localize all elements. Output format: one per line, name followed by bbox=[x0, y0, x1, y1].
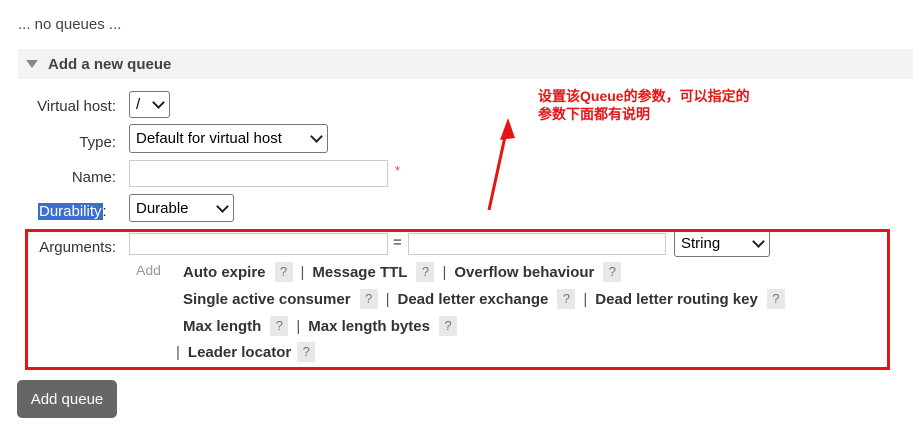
type-select[interactable]: Default for virtual host bbox=[129, 124, 328, 153]
add-queue-button[interactable]: Add queue bbox=[17, 380, 117, 418]
annotation-highlight-box bbox=[25, 229, 890, 370]
type-label: Type: bbox=[79, 134, 116, 151]
section-title: Add a new queue bbox=[48, 55, 172, 73]
virtual-host-label: Virtual host: bbox=[37, 98, 116, 115]
durability-value: Durable bbox=[136, 199, 189, 217]
chevron-down-icon bbox=[310, 130, 323, 143]
durability-label-colon: : bbox=[102, 203, 107, 220]
type-value: Default for virtual host bbox=[136, 130, 282, 147]
annotation-arrow-icon bbox=[487, 118, 515, 211]
chevron-down-icon bbox=[216, 199, 229, 213]
name-label: Name: bbox=[71, 169, 116, 186]
add-queue-section-header[interactable]: Add a new queue bbox=[18, 49, 913, 79]
chevron-down-icon bbox=[152, 96, 165, 109]
name-input[interactable] bbox=[129, 160, 388, 187]
durability-label-text: Durability bbox=[38, 203, 103, 220]
durability-select[interactable]: Durable bbox=[129, 194, 234, 222]
required-mark: * bbox=[395, 163, 401, 178]
durability-label: Durability: bbox=[38, 203, 107, 220]
annotation-note: 设置该Queue的参数，可以指定的参数下面都有说明 bbox=[538, 88, 750, 122]
virtual-host-value: / bbox=[136, 96, 141, 113]
collapse-triangle-icon bbox=[26, 60, 38, 68]
virtual-host-select[interactable]: / bbox=[129, 91, 170, 118]
no-queues-text: ... no queues ... bbox=[18, 16, 122, 33]
